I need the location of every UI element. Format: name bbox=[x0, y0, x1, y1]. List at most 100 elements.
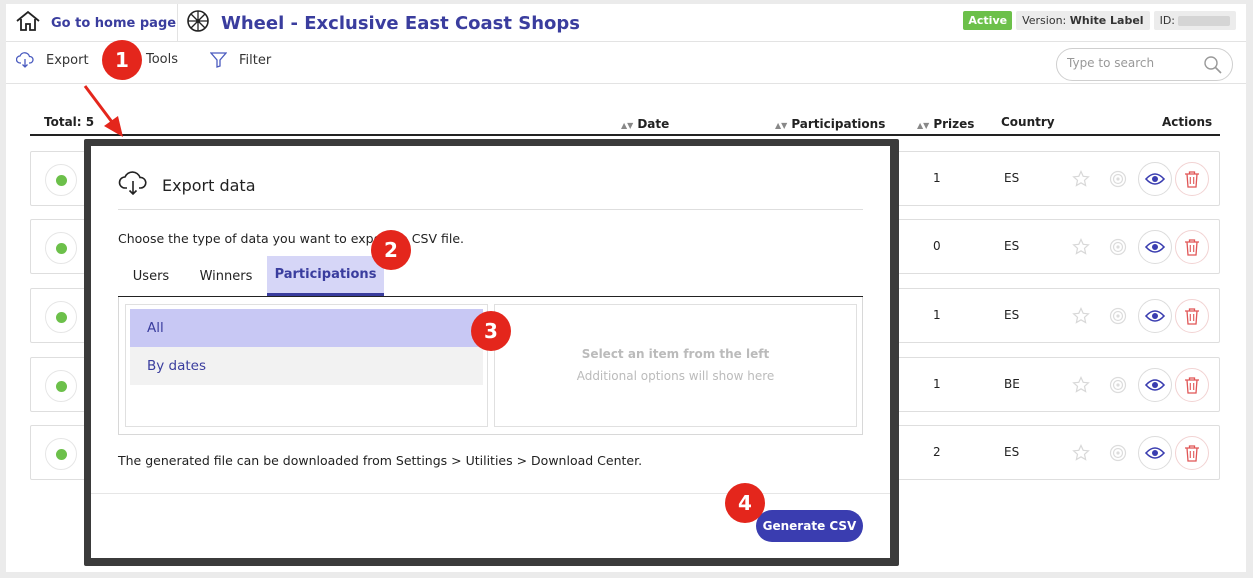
tab-winners[interactable]: Winners bbox=[190, 256, 262, 296]
target-icon[interactable] bbox=[1101, 230, 1135, 264]
active-dot bbox=[56, 449, 67, 460]
trash-icon[interactable] bbox=[1175, 230, 1209, 264]
view-icon[interactable] bbox=[1138, 162, 1172, 196]
option-by-dates[interactable]: By dates bbox=[130, 347, 483, 385]
column-prizes-label: Prizes bbox=[933, 117, 975, 131]
trash-icon[interactable] bbox=[1175, 299, 1209, 333]
wheel-icon bbox=[186, 9, 210, 37]
version-prefix: Version: bbox=[1022, 14, 1067, 27]
header-divider bbox=[177, 4, 178, 42]
target-icon[interactable] bbox=[1101, 368, 1135, 402]
star-icon[interactable] bbox=[1064, 162, 1098, 196]
star-icon[interactable] bbox=[1064, 230, 1098, 264]
home-icon bbox=[15, 10, 41, 36]
status-indicator bbox=[45, 370, 77, 402]
column-date-label: Date bbox=[637, 117, 670, 131]
active-dot bbox=[56, 312, 67, 323]
modal-divider bbox=[118, 209, 863, 210]
sort-icon: ▲▼ bbox=[775, 121, 788, 130]
detail-subtext: Additional options will show here bbox=[576, 369, 775, 383]
column-date[interactable]: ▲▼ Date bbox=[621, 117, 669, 131]
download-note: The generated file can be downloaded fro… bbox=[118, 453, 643, 468]
star-icon[interactable] bbox=[1064, 299, 1098, 333]
tab-participations[interactable]: Participations bbox=[267, 256, 384, 296]
active-dot bbox=[56, 175, 67, 186]
home-link-label[interactable]: Go to home page bbox=[51, 16, 176, 31]
prizes-cell: 1 bbox=[933, 171, 941, 185]
sort-icon: ▲▼ bbox=[917, 121, 930, 130]
options-list: All By dates bbox=[125, 304, 488, 427]
redacted-id bbox=[1178, 16, 1230, 26]
version-value: White Label bbox=[1069, 14, 1144, 27]
country-cell: ES bbox=[1004, 308, 1020, 322]
page-title-group: Wheel - Exclusive East Coast Shops bbox=[186, 9, 580, 37]
view-icon[interactable] bbox=[1138, 299, 1172, 333]
active-dot bbox=[56, 243, 67, 254]
modal-title: Export data bbox=[162, 175, 256, 195]
export-label: Export bbox=[46, 52, 89, 68]
prizes-cell: 1 bbox=[933, 308, 941, 322]
prizes-cell: 1 bbox=[933, 377, 941, 391]
trash-icon[interactable] bbox=[1175, 162, 1209, 196]
country-cell: ES bbox=[1004, 445, 1020, 459]
column-participations[interactable]: ▲▼ Participations bbox=[775, 117, 885, 131]
cloud-download-icon bbox=[118, 171, 148, 199]
sort-icon: ▲▼ bbox=[621, 121, 634, 130]
modal-header: Export data bbox=[118, 171, 256, 199]
detail-heading: Select an item from the left bbox=[581, 347, 770, 361]
target-icon[interactable] bbox=[1101, 436, 1135, 470]
prizes-cell: 0 bbox=[933, 239, 941, 253]
header-meta: Active Version: White Label ID: bbox=[963, 11, 1236, 30]
column-participations-label: Participations bbox=[791, 117, 886, 131]
filter-label: Filter bbox=[239, 52, 272, 68]
filter-button[interactable]: Filter bbox=[210, 52, 271, 68]
cloud-download-icon bbox=[16, 52, 34, 68]
callout-1: 1 bbox=[102, 40, 142, 80]
status-indicator bbox=[45, 232, 77, 264]
filter-icon bbox=[210, 52, 227, 68]
target-icon[interactable] bbox=[1101, 299, 1135, 333]
search-box[interactable] bbox=[1056, 48, 1233, 81]
status-indicator bbox=[45, 164, 77, 196]
id-chip: ID: bbox=[1153, 11, 1236, 30]
tab-users[interactable]: Users bbox=[118, 256, 184, 296]
table-header: Total: 5 ▲▼ Date ▲▼ Participations ▲▼ Prize… bbox=[30, 111, 1220, 136]
option-all[interactable]: All bbox=[130, 309, 483, 347]
prizes-cell: 2 bbox=[933, 445, 941, 459]
star-icon[interactable] bbox=[1064, 436, 1098, 470]
target-icon[interactable] bbox=[1101, 162, 1135, 196]
tools-label: Tools bbox=[146, 52, 179, 67]
export-modal: Export data Choose the type of data you … bbox=[91, 146, 890, 558]
id-label: ID: bbox=[1159, 14, 1175, 27]
top-header: Go to home page Wheel - Exclusive East C… bbox=[6, 4, 1246, 42]
callout-3: 3 bbox=[471, 311, 511, 351]
trash-icon[interactable] bbox=[1175, 436, 1209, 470]
page-title: Wheel - Exclusive East Coast Shops bbox=[221, 12, 580, 34]
trash-icon[interactable] bbox=[1175, 368, 1209, 402]
star-icon[interactable] bbox=[1064, 368, 1098, 402]
search-icon[interactable] bbox=[1203, 55, 1223, 79]
column-prizes[interactable]: ▲▼ Prizes bbox=[917, 117, 974, 131]
search-input[interactable] bbox=[1067, 56, 1197, 70]
status-indicator bbox=[45, 301, 77, 333]
toolbar: Export Tools Filter bbox=[6, 42, 1246, 84]
callout-2: 2 bbox=[371, 230, 411, 270]
country-cell: BE bbox=[1004, 377, 1020, 391]
column-country: Country bbox=[1001, 115, 1055, 129]
view-icon[interactable] bbox=[1138, 436, 1172, 470]
generate-csv-button[interactable]: Generate CSV bbox=[756, 510, 863, 542]
export-button[interactable]: Export bbox=[16, 52, 89, 68]
modal-description: Choose the type of data you want to expo… bbox=[118, 231, 464, 246]
status-badge: Active bbox=[963, 11, 1013, 30]
callout-4: 4 bbox=[725, 483, 765, 523]
country-cell: ES bbox=[1004, 239, 1020, 253]
total-count: Total: 5 bbox=[44, 115, 95, 129]
view-icon[interactable] bbox=[1138, 368, 1172, 402]
version-chip: Version: White Label bbox=[1016, 11, 1150, 30]
export-tabs: Users Winners Participations bbox=[118, 256, 863, 297]
options-detail: Select an item from the left Additional … bbox=[494, 304, 857, 427]
tools-button[interactable]: Tools bbox=[146, 52, 178, 67]
status-indicator bbox=[45, 438, 77, 470]
home-link[interactable]: Go to home page bbox=[15, 9, 176, 37]
view-icon[interactable] bbox=[1138, 230, 1172, 264]
